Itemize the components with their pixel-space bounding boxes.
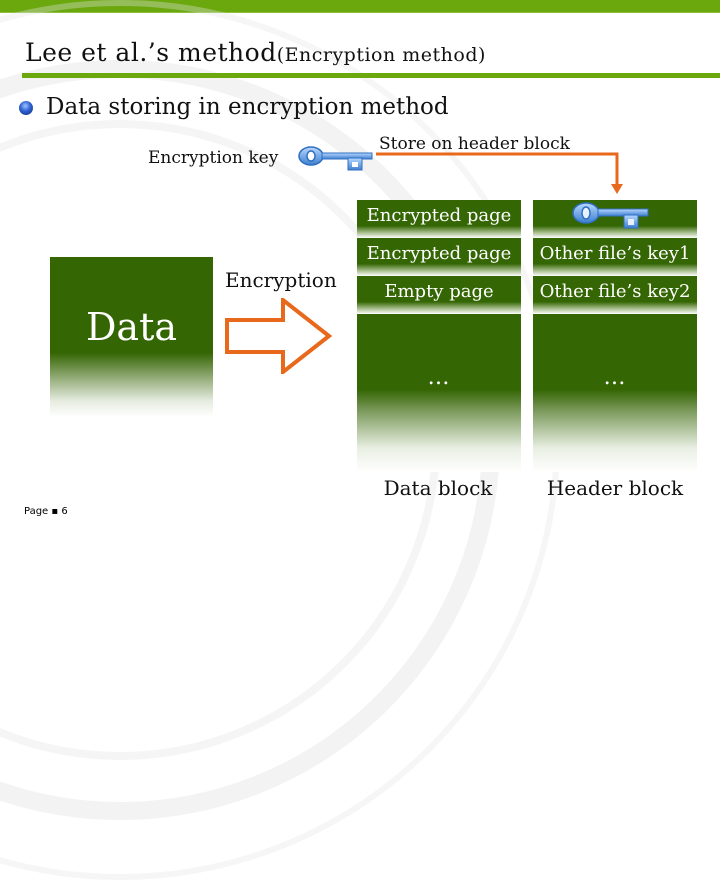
data-block-label: Data block [383, 476, 493, 500]
ellipsis-text: … [603, 365, 627, 390]
encryption-process-label: Encryption [225, 268, 337, 292]
slide-title-main: Lee et al.’s method [25, 38, 277, 67]
header-block-row: Other file’s key1 [533, 238, 697, 276]
store-on-header-label: Store on header block [379, 134, 570, 154]
title-underline [22, 73, 720, 78]
data-block-row: … [357, 314, 521, 472]
header-block-label: Header block [546, 476, 684, 500]
data-block-row: Encrypted page [357, 238, 521, 276]
header-block-row: Other file’s key2 [533, 276, 697, 314]
ellipsis-text: … [427, 365, 451, 390]
encryption-arrow-icon [225, 298, 333, 374]
data-block-row: Empty page [357, 276, 521, 314]
encryption-key-label: Encryption key [148, 148, 279, 168]
page-number: Page ▪ 6 [24, 506, 68, 517]
data-block-row: Encrypted page [357, 200, 521, 238]
slide-title: Lee et al.’s method(Encryption method) [25, 38, 486, 67]
source-data-label: Data [85, 305, 178, 349]
bullet-icon [19, 101, 33, 115]
stored-key-icon [572, 202, 649, 229]
key-icon [298, 146, 373, 171]
source-data-block: Data [50, 257, 213, 417]
header-block-row: … [533, 314, 697, 472]
bullet-text: Data storing in encryption method [46, 94, 449, 120]
slide-title-sub: (Encryption method) [276, 44, 486, 66]
